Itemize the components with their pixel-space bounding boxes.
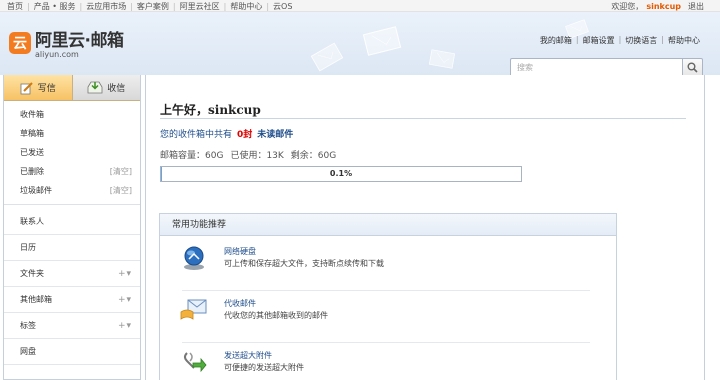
user-area: 欢迎您， sinkcup 退出 bbox=[611, 0, 704, 12]
pencil-icon bbox=[20, 81, 34, 95]
nav-help-link[interactable]: 帮助中心 bbox=[230, 1, 262, 12]
logo-mark: 云 bbox=[9, 32, 31, 54]
folder-label: 草稿箱 bbox=[20, 129, 44, 138]
features-title: 常用功能推荐 bbox=[160, 214, 616, 236]
folder-label: 垃圾邮件 bbox=[20, 186, 52, 195]
folder-deleted[interactable]: 已删除 [清空] bbox=[4, 162, 140, 181]
large-attachment-icon bbox=[180, 348, 208, 376]
site-nav: 首页 | 产品 • 服务 | 云应用市场 | 客户案例 | 阿里云社区 | 帮助中心 | 云… bbox=[7, 1, 293, 12]
group-label: 日历 bbox=[20, 243, 36, 252]
folder-label: 已删除 bbox=[20, 167, 44, 176]
feature-mail-collect[interactable]: 代收邮件 代收您的其他邮箱收到的邮件 bbox=[180, 296, 590, 336]
folder-sent[interactable]: 已发送 bbox=[4, 143, 140, 162]
inbox-summary-text: 您的收件箱中共有 bbox=[160, 130, 233, 140]
mailbox-settings-link[interactable]: 邮箱设置 bbox=[583, 35, 615, 46]
my-mailbox-link[interactable]: 我的邮箱 bbox=[540, 35, 572, 46]
receive-button[interactable]: 收信 bbox=[71, 75, 140, 100]
other-mailboxes-add-expand-controls[interactable]: +▾ bbox=[118, 295, 132, 305]
nav-marketplace-link[interactable]: 云应用市场 bbox=[86, 1, 126, 12]
folder-spam[interactable]: 垃圾邮件 [清空] bbox=[4, 181, 140, 200]
feature-description: 代收您的其他邮箱收到的邮件 bbox=[224, 311, 328, 320]
feature-description: 可上传和保存超大文件，支持断点续传和下载 bbox=[224, 259, 384, 268]
welcome-text: 欢迎您， bbox=[611, 1, 644, 11]
top-bar: 首页 | 产品 • 服务 | 云应用市场 | 客户案例 | 阿里云社区 | 帮助中心 | 云… bbox=[0, 0, 720, 12]
storage-progress-text: 0.1% bbox=[329, 169, 353, 178]
divider bbox=[4, 204, 140, 205]
folder-label: 已发送 bbox=[20, 148, 44, 157]
group-label: 网盘 bbox=[20, 347, 36, 356]
logo-domain: aliyun.com bbox=[35, 50, 79, 59]
greeting-heading: 上午好，sinkcup bbox=[160, 101, 686, 119]
sidebar-item-folders[interactable]: 文件夹 +▾ bbox=[4, 261, 140, 287]
feature-description: 可便捷的发送超大附件 bbox=[224, 363, 304, 372]
feature-network-disk[interactable]: 网络硬盘 可上传和保存超大文件，支持断点续传和下载 bbox=[180, 244, 590, 284]
nav-cases-link[interactable]: 客户案例 bbox=[137, 1, 169, 12]
feature-title[interactable]: 发送超大附件 bbox=[224, 350, 304, 362]
username-link[interactable]: sinkcup bbox=[646, 2, 681, 11]
folder-list: 收件箱 草稿箱 已发送 已删除 [清空] 垃圾邮件 [清空] bbox=[4, 101, 140, 200]
divider bbox=[182, 342, 590, 343]
inbox-summary: 您的收件箱中共有 0封 未读邮件 bbox=[160, 127, 293, 140]
sidebar-item-calendar[interactable]: 日历 bbox=[4, 235, 140, 261]
feature-title[interactable]: 代收邮件 bbox=[224, 298, 328, 310]
nav-cloudos-link[interactable]: 云OS bbox=[273, 1, 292, 12]
storage-used: 已使用：13K bbox=[230, 151, 284, 161]
compose-label: 写信 bbox=[37, 84, 56, 94]
sidebar-item-contacts[interactable]: 联系人 bbox=[4, 209, 140, 235]
divider bbox=[182, 290, 590, 291]
unread-mail-link[interactable]: 未读邮件 bbox=[257, 130, 293, 140]
aliyun-mail-logo[interactable]: 云 阿里云·邮箱 aliyun.com bbox=[9, 31, 124, 59]
sidebar-item-other-mailboxes[interactable]: 其他邮箱 +▾ bbox=[4, 287, 140, 313]
network-disk-icon bbox=[180, 244, 208, 272]
envelope-decoration bbox=[362, 26, 402, 56]
logo-name: 阿里云·邮箱 bbox=[35, 31, 124, 51]
sidebar: 写信 收信 收件箱 草稿箱 已发送 已删除 [清空] 垃圾邮件 [清空] 联系人… bbox=[3, 75, 141, 380]
folders-add-expand-controls[interactable]: +▾ bbox=[118, 269, 132, 279]
main-content: 上午好，sinkcup 您的收件箱中共有 0封 未读邮件 邮箱容量：60G 已使用：1… bbox=[145, 75, 705, 380]
tags-add-expand-controls[interactable]: +▾ bbox=[118, 321, 132, 331]
compose-button[interactable]: 写信 bbox=[4, 75, 72, 100]
storage-remaining: 剩余：60G bbox=[290, 151, 337, 161]
sidebar-item-tags[interactable]: 标签 +▾ bbox=[4, 313, 140, 339]
empty-spam-link[interactable]: [清空] bbox=[110, 185, 132, 196]
receive-label: 收信 bbox=[107, 84, 126, 94]
group-label: 标签 bbox=[20, 321, 36, 330]
group-label: 文件夹 bbox=[20, 269, 44, 278]
compose-bar: 写信 收信 bbox=[4, 75, 140, 101]
folder-label: 收件箱 bbox=[20, 110, 44, 119]
help-center-link[interactable]: 帮助中心 bbox=[668, 35, 700, 46]
sidebar-item-netdisk[interactable]: 网盘 bbox=[4, 339, 140, 365]
mail-header: 云 阿里云·邮箱 aliyun.com 我的邮箱 | 邮箱设置 | 切换语言 | 帮助… bbox=[0, 12, 720, 77]
feature-recommendations: 常用功能推荐 网络硬盘 可上传和保存超大文件，支持断点续传和下载 代收邮件 代收… bbox=[159, 213, 617, 380]
envelope-decoration bbox=[310, 42, 344, 72]
nav-community-link[interactable]: 阿里云社区 bbox=[180, 1, 220, 12]
inbox-tray-icon bbox=[87, 81, 103, 94]
folder-inbox[interactable]: 收件箱 bbox=[4, 105, 140, 124]
nav-home-link[interactable]: 首页 bbox=[7, 1, 23, 12]
header-links: 我的邮箱 | 邮箱设置 | 切换语言 | 帮助中心 bbox=[539, 35, 700, 46]
group-label: 联系人 bbox=[20, 217, 44, 226]
empty-deleted-link[interactable]: [清空] bbox=[110, 166, 132, 177]
storage-capacity: 邮箱容量：60G bbox=[160, 151, 224, 161]
feature-large-attachment[interactable]: 发送超大附件 可便捷的发送超大附件 bbox=[180, 348, 590, 380]
logout-link[interactable]: 退出 bbox=[688, 1, 704, 12]
group-label: 其他邮箱 bbox=[20, 295, 52, 304]
unread-count[interactable]: 0封 bbox=[237, 130, 252, 140]
storage-progress-bar: 0.1% bbox=[160, 166, 522, 182]
folder-drafts[interactable]: 草稿箱 bbox=[4, 124, 140, 143]
search-icon bbox=[687, 62, 698, 73]
feature-title[interactable]: 网络硬盘 bbox=[224, 246, 384, 258]
envelope-decoration bbox=[428, 49, 456, 69]
nav-products-link[interactable]: 产品 • 服务 bbox=[34, 1, 76, 12]
switch-language-link[interactable]: 切换语言 bbox=[625, 35, 657, 46]
storage-info: 邮箱容量：60G 已使用：13K 剩余：60G bbox=[160, 148, 336, 161]
mail-collect-icon bbox=[180, 296, 208, 324]
